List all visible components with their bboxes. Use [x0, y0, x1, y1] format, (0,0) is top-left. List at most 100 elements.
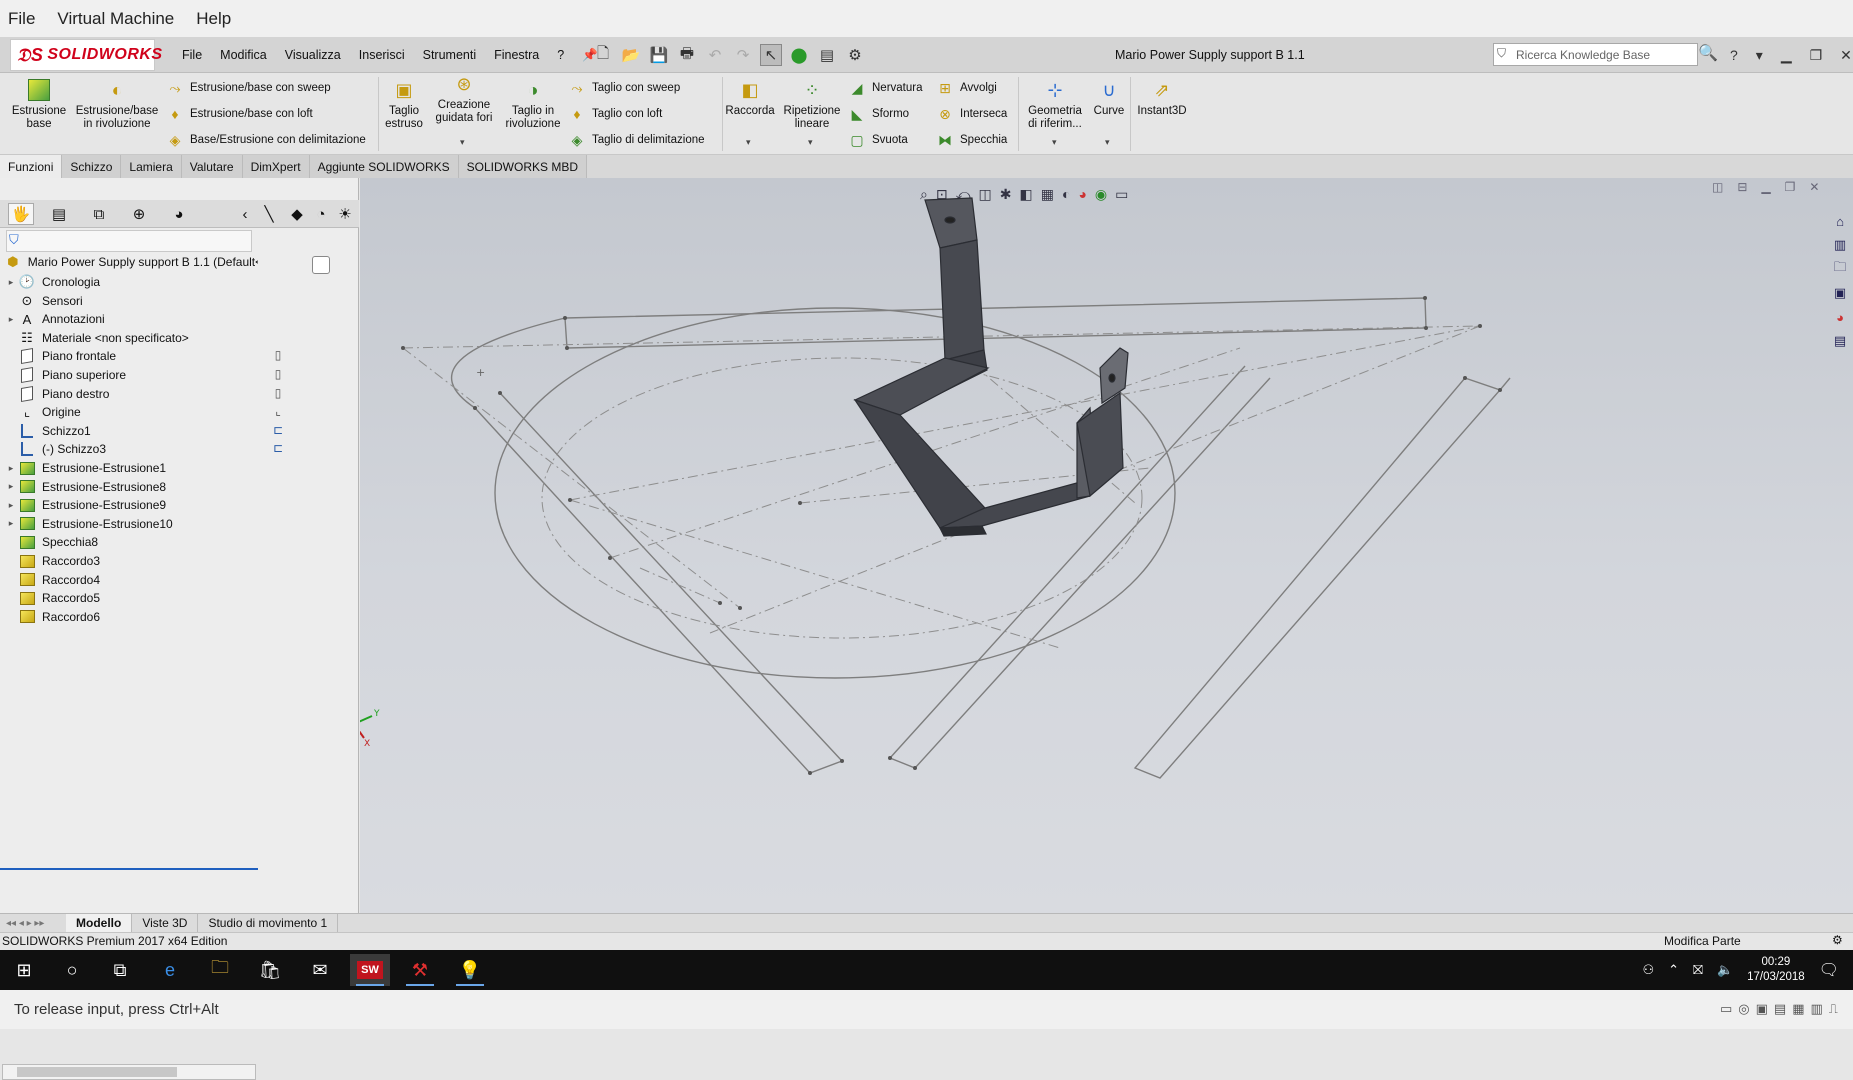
- tree-item[interactable]: Schizzo1: [0, 421, 258, 441]
- redo-icon[interactable]: ↷: [732, 44, 754, 66]
- visibility-toggle-icon[interactable]: ⊏: [270, 441, 286, 457]
- expand-arrow-icon[interactable]: ▸: [4, 463, 18, 474]
- store-icon[interactable]: 🛍: [250, 954, 290, 986]
- menu-finestra[interactable]: Finestra: [494, 48, 539, 62]
- instant3d-button[interactable]: ⇗ Instant3D: [1134, 73, 1190, 118]
- loft-cut-button[interactable]: ♦ Taglio con loft: [568, 103, 662, 125]
- help-icon[interactable]: ?: [1730, 47, 1738, 63]
- tree-item[interactable]: ▸ Estrusione-Estrusione8: [0, 477, 258, 497]
- avvolgi-button[interactable]: ⊞ Avvolgi: [936, 77, 997, 99]
- estrusione-rivoluzione-button[interactable]: ◐ Estrusione/base in rivoluzione: [74, 73, 160, 131]
- tab-dimxpert[interactable]: DimXpert: [242, 155, 310, 178]
- tree-item[interactable]: (-) Schizzo3: [0, 439, 258, 459]
- volume-icon[interactable]: 🔈: [1717, 962, 1733, 978]
- tips-lightbulb-icon[interactable]: 💡: [450, 954, 490, 986]
- chevron-left-icon[interactable]: ‹: [232, 203, 258, 225]
- tab-mbd[interactable]: SOLIDWORKS MBD: [458, 155, 587, 178]
- menu-inserisci[interactable]: Inserisci: [359, 48, 405, 62]
- edge-browser-icon[interactable]: e: [150, 954, 190, 986]
- pin-down-icon[interactable]: ▾: [1756, 47, 1763, 64]
- curves-dropdown-icon[interactable]: ▾: [1105, 137, 1110, 148]
- status-options-icon[interactable]: ⚙: [1832, 933, 1843, 947]
- svuota-button[interactable]: ▢ Svuota: [848, 129, 907, 151]
- undo-icon[interactable]: ↶: [704, 44, 726, 66]
- menu-strumenti[interactable]: Strumenti: [423, 48, 477, 62]
- tree-item[interactable]: Specchia8: [0, 532, 258, 552]
- tree-item[interactable]: ▸ Estrusione-Estrusione10: [0, 514, 258, 534]
- print-icon[interactable]: 🖶: [676, 44, 698, 66]
- pattern-dropdown-icon[interactable]: ▾: [808, 137, 813, 148]
- expand-arrow-icon[interactable]: ▸: [4, 277, 18, 288]
- knowledge-base-search-input[interactable]: Ricerca Knowledge Base: [1493, 43, 1698, 66]
- hide-show-icon[interactable]: ╲: [256, 203, 282, 225]
- open-icon[interactable]: 📂: [620, 44, 642, 66]
- tree-item[interactable]: ▸ Estrusione-Estrusione9: [0, 495, 258, 515]
- tree-item[interactable]: ▸ 🕑 Cronologia: [0, 272, 258, 292]
- expand-arrow-icon[interactable]: ▸: [4, 481, 18, 492]
- dimxpert-tab-icon[interactable]: ⊕: [126, 203, 152, 225]
- interseca-button[interactable]: ⊗ Interseca: [936, 103, 1007, 125]
- windows-start-icon[interactable]: ⊞: [4, 954, 44, 986]
- tab-funzioni[interactable]: Funzioni: [0, 155, 63, 178]
- boundary-cut-button[interactable]: ◈ Taglio di delimitazione: [568, 129, 705, 151]
- visibility-toggle-icon[interactable]: ⌞: [270, 404, 286, 420]
- action-center-icon[interactable]: 🗨: [1819, 960, 1839, 980]
- tree-item[interactable]: Raccordo5: [0, 588, 258, 608]
- loft-boss-button[interactable]: ♦ Estrusione/base con loft: [166, 103, 312, 125]
- menu-modifica[interactable]: Modifica: [220, 48, 267, 62]
- visibility-toggle-icon[interactable]: ▯: [270, 386, 286, 402]
- sweep-cut-button[interactable]: ⤳ Taglio con sweep: [568, 77, 680, 99]
- tree-item[interactable]: ☷ Materiale <non specificato>: [0, 328, 258, 348]
- menu-file[interactable]: File: [182, 48, 202, 62]
- people-icon[interactable]: ⚇: [1642, 962, 1654, 978]
- solidworks-taskbar-icon[interactable]: SW: [350, 954, 390, 986]
- view-orientation-icon[interactable]: ◆: [284, 203, 310, 225]
- options-gear-icon[interactable]: ⚙: [844, 44, 866, 66]
- specchia-button[interactable]: ⧓ Specchia: [936, 129, 1007, 151]
- tree-item[interactable]: ▸ Estrusione-Estrusione1: [0, 458, 258, 478]
- minimize-icon[interactable]: ▁: [1781, 47, 1792, 64]
- search-cortana-icon[interactable]: ○: [52, 954, 92, 986]
- propertymanager-tab-icon[interactable]: ▤: [46, 203, 72, 225]
- rollback-bar[interactable]: [0, 868, 258, 870]
- hole-wizard-dropdown-icon[interactable]: ▾: [460, 137, 465, 148]
- expand-arrow-icon[interactable]: ▸: [4, 500, 18, 511]
- tree-horizontal-scrollbar[interactable]: [2, 1064, 256, 1080]
- restore-icon[interactable]: ❐: [1810, 47, 1823, 64]
- vm-menu-virtual-machine[interactable]: Virtual Machine: [57, 9, 174, 29]
- tree-item[interactable]: ⌞ Origine: [0, 402, 258, 422]
- refgeom-dropdown-icon[interactable]: ▾: [1052, 137, 1057, 148]
- new-document-icon[interactable]: 🗋: [592, 44, 614, 66]
- scrollbar-thumb[interactable]: [17, 1067, 177, 1077]
- solidworks-logo[interactable]: 𝔇S SOLIDWORKS: [10, 39, 162, 71]
- ripetizione-lineare-button[interactable]: ⁘ Ripetizione lineare: [780, 73, 844, 131]
- taskbar-clock[interactable]: 00:29 17/03/2018: [1747, 955, 1805, 985]
- configurationmanager-tab-icon[interactable]: ⧉: [86, 203, 112, 225]
- search-icon[interactable]: 🔍: [1698, 43, 1718, 63]
- display-manager-tab-icon[interactable]: ◕: [166, 203, 192, 225]
- tree-item[interactable]: ⊙ Sensori: [0, 291, 258, 311]
- expand-arrow-icon[interactable]: ▸: [4, 518, 18, 529]
- tree-item[interactable]: Piano frontale: [0, 346, 258, 366]
- expand-arrow-icon[interactable]: ▸: [4, 314, 18, 325]
- tree-filter-input[interactable]: ⛉: [6, 230, 252, 252]
- menu-visualizza[interactable]: Visualizza: [285, 48, 341, 62]
- tab-valutare[interactable]: Valutare: [181, 155, 243, 178]
- graphics-area[interactable]: ⌕ ⊡ ⤺ ◫ ✱ ◧ ▦ ◐ ◕ ◉ ▭ ◫ ⊟ ▁ ❐ ✕ ⌂ ▥ 🗀 ▣ …: [360, 178, 1853, 913]
- show-hidden-icons-icon[interactable]: ⌃: [1668, 962, 1679, 978]
- visibility-toggle-icon[interactable]: ▯: [270, 348, 286, 364]
- tab-lamiera[interactable]: Lamiera: [121, 155, 182, 178]
- creazione-guidata-fori-button[interactable]: ⊛ Creazione guidata fori: [430, 67, 498, 125]
- vm-menu-file[interactable]: File: [8, 9, 35, 29]
- featuremanager-tab-icon[interactable]: 🖐: [8, 203, 34, 225]
- close-icon[interactable]: ✕: [1840, 47, 1852, 64]
- tab-aggiunte[interactable]: Aggiunte SOLIDWORKS: [309, 155, 459, 178]
- sformo-button[interactable]: ◣ Sformo: [848, 103, 909, 125]
- curve-button[interactable]: ∪ Curve: [1090, 73, 1128, 118]
- sw-rx-icon[interactable]: ⚒: [400, 954, 440, 986]
- network-icon[interactable]: ⛝: [1693, 962, 1703, 978]
- tree-item[interactable]: ▸ A Annotazioni: [0, 309, 258, 329]
- tab-modello[interactable]: Modello: [66, 913, 133, 933]
- save-icon[interactable]: 💾: [648, 44, 670, 66]
- tab-schizzo[interactable]: Schizzo: [62, 155, 122, 178]
